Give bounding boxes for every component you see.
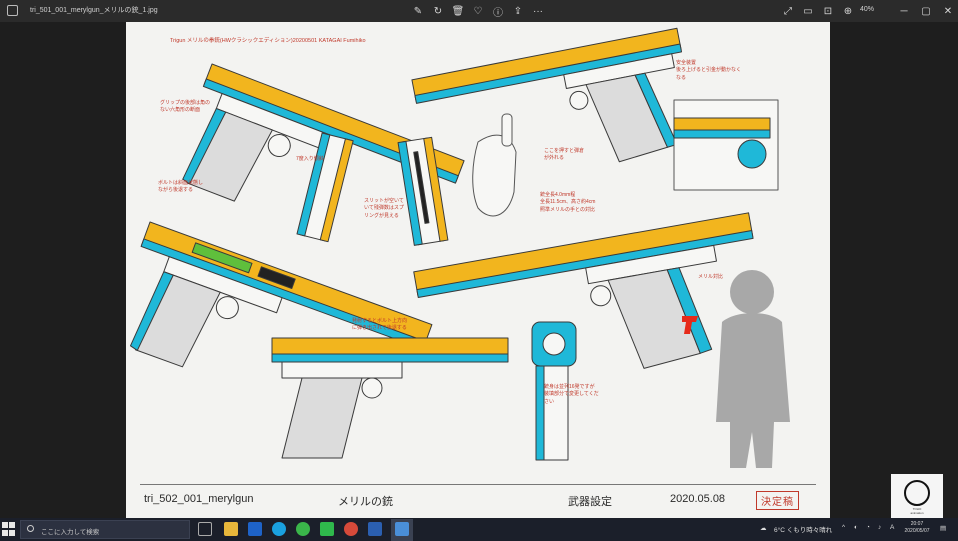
taskbar-search[interactable]: ここに入力して検索 xyxy=(20,520,190,539)
zoom-icon[interactable]: ⊕ xyxy=(840,3,856,19)
skype-icon[interactable] xyxy=(272,522,286,536)
note-meryl: メリル対比 xyxy=(698,274,724,280)
word-icon[interactable] xyxy=(368,522,382,536)
final-draft-stamp: 決定稿 xyxy=(756,491,799,510)
footer-date: 2020.05.08 xyxy=(670,493,726,505)
note-muzzle: 銃身は並列16発ですが 装填部分で変更してくだ さい xyxy=(544,384,599,405)
network-icon[interactable]: ◐ xyxy=(854,524,858,531)
search-placeholder: ここに入力して検索 xyxy=(41,529,100,536)
share-icon[interactable]: ⇪ xyxy=(510,3,526,19)
note-safety: 安全装置 後ろ上げると引金が動かなく なる xyxy=(676,60,742,81)
weather-icon[interactable]: ☁ xyxy=(760,524,767,532)
clock-time: 20:07 xyxy=(910,521,924,527)
zoom-level[interactable]: 40% xyxy=(860,6,874,13)
edit-image-icon[interactable]: ✎ xyxy=(410,3,426,19)
more-options-icon[interactable]: ··· xyxy=(530,3,546,19)
taskbar: ここに入力して検索 ☁ 6°C くもり時々晴れ ^ ◐ ◔ ♪ A 20:07 … xyxy=(0,518,958,541)
window-title: tri_501_001_merylgun_メリルの銃_1.jpg xyxy=(30,7,158,14)
footer-code: tri_502_001_merylgun xyxy=(144,493,254,505)
chrome-icon[interactable] xyxy=(344,522,358,536)
photos-icon[interactable] xyxy=(395,522,409,536)
close-icon[interactable]: ✕ xyxy=(940,3,956,19)
note-turn: 7度入り傾斜 xyxy=(296,156,324,162)
favorite-icon[interactable]: ♡ xyxy=(470,3,486,19)
footer-category: 武器設定 xyxy=(568,496,612,508)
file-explorer-icon[interactable] xyxy=(224,522,238,536)
rotate-icon[interactable]: ↻ xyxy=(430,3,446,19)
line-icon[interactable] xyxy=(320,522,334,536)
delete-icon[interactable]: 🗑 xyxy=(450,3,466,19)
notification-icon[interactable]: ▤ xyxy=(940,524,946,532)
maximize-icon[interactable]: ▢ xyxy=(918,3,934,19)
tray-chevron-icon[interactable]: ^ xyxy=(842,524,845,531)
weather-text[interactable]: 6°C くもり時々晴れ xyxy=(774,524,832,534)
clock-date: 2020/05/07 xyxy=(904,528,930,534)
footer-name: メリルの銃 xyxy=(338,496,393,508)
title-bar: tri_501_001_merylgun_メリルの銃_1.jpg ✎ ↻ 🗑 ♡… xyxy=(0,0,958,22)
photos-app-icon xyxy=(7,5,18,16)
logo-ring-icon xyxy=(904,480,930,506)
slideshow-icon[interactable]: ▭ xyxy=(800,3,816,19)
note-press: ここを押すと弾倉 が外れる xyxy=(544,148,585,162)
volume-icon[interactable]: ♪ xyxy=(878,524,881,531)
info-icon[interactable]: ⓘ xyxy=(490,3,506,19)
note-size: 銃全長4.0mm程 全長11.5cm、高さ約4cm 照準メリルの手との対比 xyxy=(540,192,596,213)
image-viewer[interactable]: Trigun メリルの拳銃(HWクラシックエディション)20200501 KAT… xyxy=(0,22,958,518)
ime-indicator[interactable]: A xyxy=(890,524,894,531)
logo-line2: animation xyxy=(910,510,924,515)
footer-divider xyxy=(140,484,816,485)
note-fire: 発射するとボルト上方向 に弾き出されて後退する xyxy=(352,318,408,332)
logo-text: TOHO animation xyxy=(891,507,943,516)
task-view-icon[interactable] xyxy=(198,522,212,536)
outlook-icon[interactable] xyxy=(248,522,262,536)
start-button[interactable] xyxy=(2,522,16,536)
fullscreen-icon[interactable]: ⤢ xyxy=(780,3,796,19)
wifi-icon[interactable]: ◔ xyxy=(866,524,870,531)
gun-illustration xyxy=(129,27,790,468)
fit-window-icon[interactable]: ⊡ xyxy=(820,3,836,19)
green-app-icon[interactable] xyxy=(296,522,310,536)
system-clock[interactable]: 20:07 2020/05/07 xyxy=(900,521,934,535)
note-bolt-detail: ボルトは斜面状態し ながら後退する xyxy=(158,180,204,194)
minimize-icon[interactable]: ─ xyxy=(896,3,912,19)
design-sheet: Trigun メリルの拳銃(HWクラシックエディション)20200501 KAT… xyxy=(126,22,830,518)
note-slit: スリットが空いて いて残弾数はスプ リングが見える xyxy=(364,198,404,219)
search-icon xyxy=(27,525,34,532)
note-grip: グリップの後部は角の ない六角形の断面 xyxy=(160,100,211,114)
